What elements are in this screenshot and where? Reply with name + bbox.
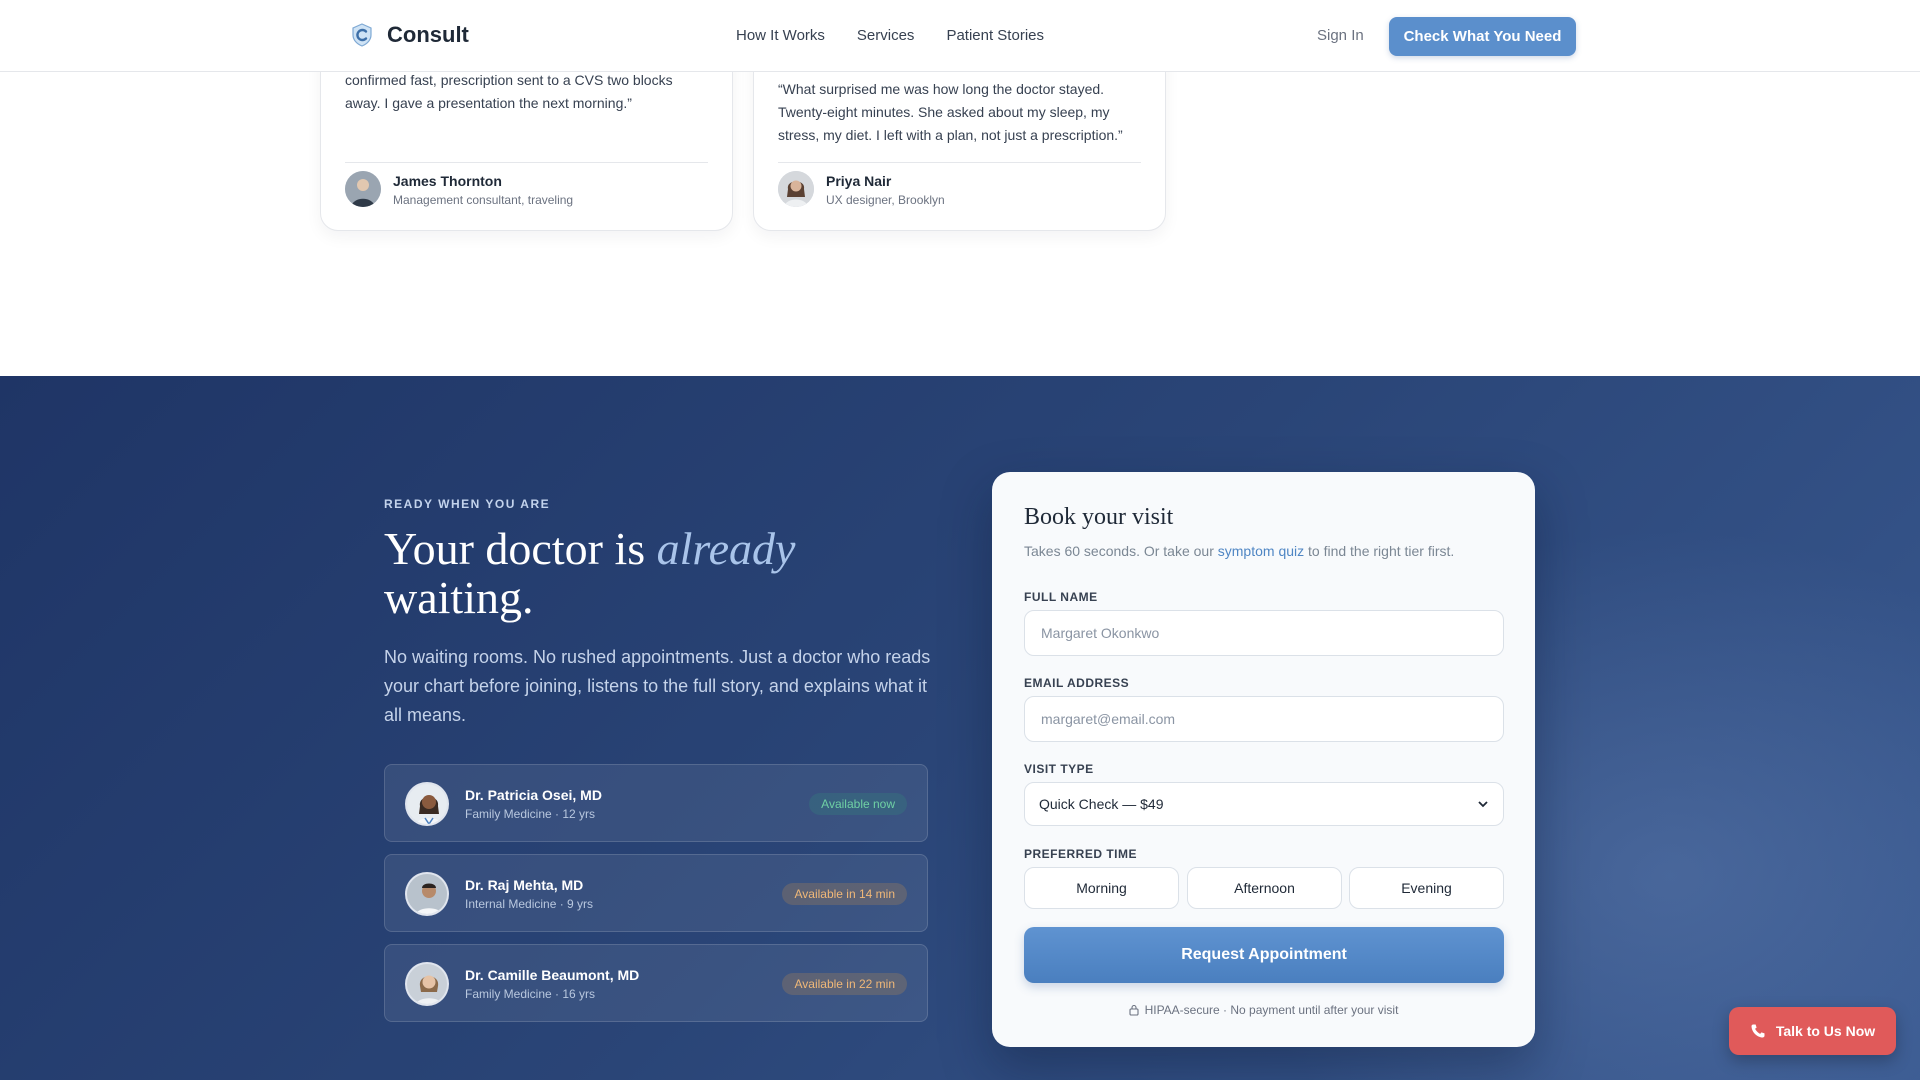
doctor-card[interactable]: Dr. Raj Mehta, MD Internal Medicine · 9 … (384, 854, 928, 932)
person-icon (407, 874, 447, 914)
availability-badge: Available in 14 min (782, 883, 907, 905)
time-morning-button[interactable]: Morning (1024, 867, 1179, 909)
doctor-avatar (405, 782, 449, 826)
main-nav: How It Works Services Patient Stories (736, 27, 1044, 44)
doctor-card[interactable]: Dr. Camille Beaumont, MD Family Medicine… (384, 944, 928, 1022)
doctor-name: Dr. Raj Mehta, MD (465, 877, 584, 893)
booking-form: Book your visit Takes 60 seconds. Or tak… (992, 472, 1535, 1047)
nav-how-it-works[interactable]: How It Works (736, 27, 825, 44)
time-afternoon-button[interactable]: Afternoon (1187, 867, 1342, 909)
doctor-specialty: Family Medicine · 12 yrs (465, 807, 596, 821)
avatar (778, 171, 814, 207)
nav-patient-stories[interactable]: Patient Stories (946, 27, 1044, 44)
visit-type-select[interactable]: Quick Check — $49 (1024, 782, 1504, 826)
doctor-avatar (405, 872, 449, 916)
form-subtitle-text: Takes 60 seconds. Or take our (1024, 543, 1218, 559)
doctor-card[interactable]: Dr. Patricia Osei, MD Family Medicine · … (384, 764, 928, 842)
testimonial-author: James Thornton (393, 173, 502, 189)
full-name-label: FULL NAME (1024, 590, 1098, 604)
preferred-time-label: PREFERRED TIME (1024, 847, 1138, 861)
headline-emphasis: already (656, 523, 796, 574)
person-icon (407, 784, 447, 824)
person-icon (345, 171, 381, 207)
testimonial-quote: confirmed fast, prescription sent to a C… (345, 72, 673, 111)
form-title: Book your visit (1024, 504, 1174, 530)
avatar (345, 171, 381, 207)
email-label: EMAIL ADDRESS (1024, 676, 1130, 690)
secure-note-text: HIPAA-secure · No payment until after yo… (1144, 1003, 1399, 1017)
section-lead: No waiting rooms. No rushed appointments… (384, 647, 931, 725)
check-what-you-need-button[interactable]: Check What You Need (1389, 17, 1576, 56)
person-icon (778, 171, 814, 207)
testimonial-quote: “What surprised me was how long the doct… (778, 81, 1123, 143)
visit-type-value: Quick Check — $49 (1039, 796, 1164, 812)
symptom-quiz-link[interactable]: symptom quiz (1218, 543, 1304, 559)
availability-badge: Available now (809, 793, 907, 815)
doctor-avatar (405, 962, 449, 1006)
headline-text: waiting. (384, 572, 534, 623)
doctor-specialty: Family Medicine · 16 yrs (465, 987, 596, 1001)
chevron-down-icon (1478, 801, 1488, 808)
doctor-name: Dr. Patricia Osei, MD (465, 787, 602, 803)
doctor-specialty: Internal Medicine · 9 yrs (465, 897, 594, 911)
site-header: Consult How It Works Services Patient St… (0, 0, 1920, 72)
full-name-input[interactable] (1024, 610, 1504, 656)
brand-name: Consult (387, 22, 469, 47)
person-icon (407, 964, 447, 1004)
request-appointment-button[interactable]: Request Appointment (1024, 927, 1504, 983)
section-eyebrow: READY WHEN YOU ARE (384, 497, 551, 511)
form-subtitle-text: to find the right tier first. (1304, 543, 1455, 559)
testimonial-role: UX designer, Brooklyn (826, 193, 945, 207)
doctor-name: Dr. Camille Beaumont, MD (465, 967, 640, 983)
secure-note: HIPAA-secure · No payment until after yo… (992, 1003, 1535, 1017)
lock-icon (1129, 1004, 1139, 1016)
logo-icon (352, 23, 372, 47)
divider (345, 162, 708, 163)
talk-to-us-button[interactable]: Talk to Us Now (1729, 1007, 1896, 1055)
phone-icon (1751, 1024, 1765, 1038)
form-subtitle: Takes 60 seconds. Or take our symptom qu… (1024, 543, 1454, 559)
sign-in-link[interactable]: Sign In (1317, 27, 1364, 44)
nav-services[interactable]: Services (857, 27, 915, 44)
headline-text: Your doctor is (384, 523, 657, 574)
availability-badge: Available in 22 min (782, 973, 907, 995)
booking-section: READY WHEN YOU ARE Your doctor is alread… (0, 376, 1920, 1080)
talk-to-us-label: Talk to Us Now (1775, 1023, 1876, 1039)
divider (778, 162, 1141, 163)
testimonial-author: Priya Nair (826, 173, 892, 189)
brand-logo[interactable]: Consult (349, 22, 469, 48)
time-evening-button[interactable]: Evening (1349, 867, 1504, 909)
section-headline: Your doctor is already waiting. (384, 524, 904, 622)
email-input[interactable] (1024, 696, 1504, 742)
visit-type-label: VISIT TYPE (1024, 762, 1094, 776)
testimonial-role: Management consultant, traveling (393, 193, 574, 207)
